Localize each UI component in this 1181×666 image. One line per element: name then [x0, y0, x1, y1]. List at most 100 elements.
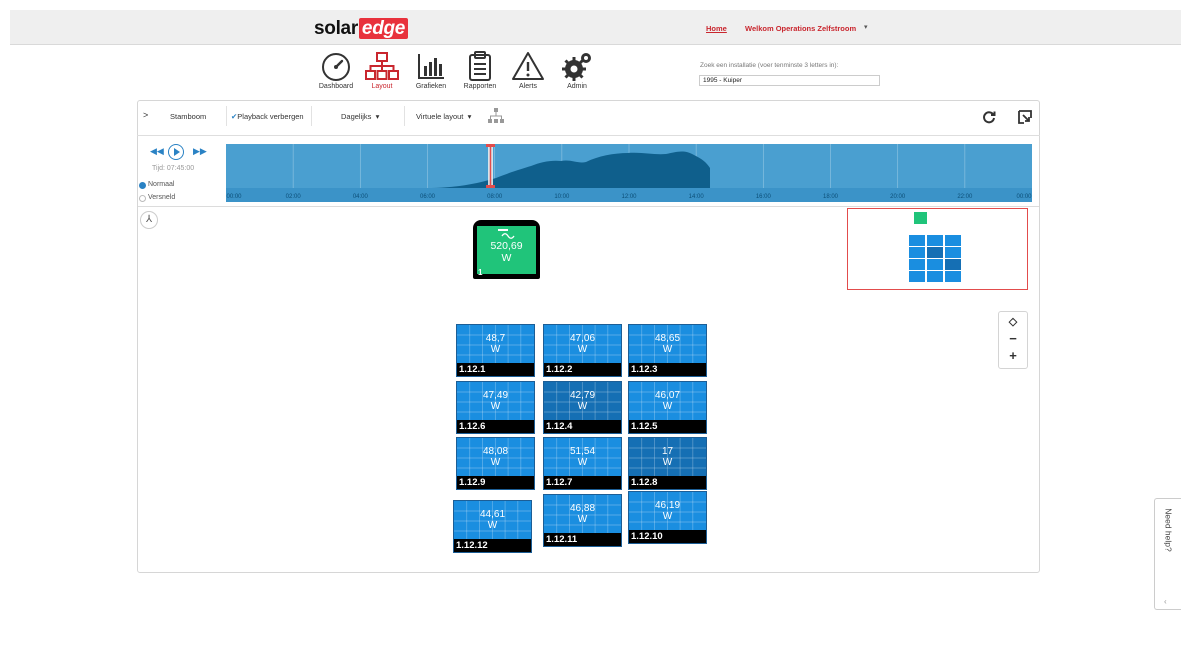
center-icon[interactable]: ◇ — [999, 315, 1027, 328]
timeline-hour-label: 00:00 — [1016, 194, 1032, 200]
play-button[interactable] — [168, 144, 184, 160]
nav-admin[interactable]: Admin — [552, 50, 602, 96]
stamboom-button[interactable]: Stamboom — [170, 112, 206, 121]
module-power: 48,08 W — [457, 446, 534, 468]
timeline-hour-label: 20:00 — [890, 194, 906, 200]
timeline-hour-label: 12:00 — [621, 194, 637, 200]
solar-module[interactable]: 48,65 W 1.12.3 — [628, 324, 707, 377]
solar-module[interactable]: 46,88 W 1.12.11 — [543, 494, 622, 547]
module-id: 1.12.10 — [629, 530, 706, 543]
refresh-icon[interactable] — [982, 110, 996, 124]
period-dropdown[interactable]: Dagelijks ▾ — [341, 112, 379, 121]
expand-icon[interactable] — [1018, 110, 1032, 124]
chevron-down-icon[interactable]: ▾ — [864, 23, 868, 31]
module-id: 1.12.4 — [544, 420, 621, 433]
minimap-module — [909, 235, 925, 246]
warning-icon — [512, 52, 544, 80]
module-power-unit: W — [490, 457, 501, 468]
solar-module[interactable]: 17 W 1.12.8 — [628, 437, 707, 490]
gears-icon — [562, 53, 591, 81]
solar-module[interactable]: 46,07 W 1.12.5 — [628, 381, 707, 434]
minimap-module — [945, 247, 961, 258]
module-power-unit: W — [662, 457, 673, 468]
chevron-left-icon[interactable]: ‹ — [1164, 597, 1167, 606]
need-help-label: Need help? — [1163, 508, 1174, 552]
sitemap-icon — [365, 52, 399, 80]
solar-module[interactable]: 47,06 W 1.12.2 — [543, 324, 622, 377]
user-menu[interactable]: Welkom Operations Zelfstroom — [745, 24, 856, 33]
timeline-hour-label: 00:00 — [226, 194, 242, 200]
nav-label: Grafieken — [415, 83, 447, 90]
inverter-power-value: 520,69 — [490, 240, 523, 252]
module-id: 1.12.9 — [457, 476, 534, 489]
module-id: 1.12.5 — [629, 420, 706, 433]
minimap-module — [927, 247, 943, 258]
minimap-module — [927, 235, 943, 246]
module-id: 1.12.8 — [629, 476, 706, 489]
solar-module[interactable]: 44,61 W 1.12.12 — [453, 500, 532, 553]
module-power-unit: W — [662, 511, 673, 522]
module-id: 1.12.12 — [454, 539, 531, 552]
solar-module[interactable]: 42,79 W 1.12.4 — [543, 381, 622, 434]
zoom-in-button[interactable]: + — [999, 348, 1027, 363]
solaredge-logo[interactable]: solar edge — [314, 18, 409, 40]
nav-rapporten[interactable]: Rapporten — [455, 50, 505, 96]
installation-search-input[interactable] — [699, 75, 880, 86]
home-link[interactable]: Home — [706, 24, 727, 33]
nav-dashboard[interactable]: Dashboard — [311, 50, 361, 96]
module-power-unit: W — [577, 344, 588, 355]
playback-timeline[interactable]: 00:00 02:00 04:00 06:00 08:00 10:00 12:00 14:00… — [226, 144, 1032, 202]
module-power: 42,79 W — [544, 390, 621, 412]
module-power-unit: W — [490, 344, 501, 355]
timeline-hour-label: 08:00 — [487, 194, 503, 200]
layout-dropdown[interactable]: Virtuele layout ▾ — [416, 112, 471, 121]
playback-toggle[interactable]: ✔Playback verbergen — [231, 112, 304, 121]
nav-label: Layout — [371, 83, 393, 90]
module-power-unit: W — [577, 514, 588, 525]
radio-label: Normaal — [148, 181, 175, 188]
module-power-value: 44,61 — [479, 509, 506, 520]
minimap-inverter — [914, 212, 927, 224]
minimap-module — [909, 259, 925, 270]
solar-module[interactable]: 48,08 W 1.12.9 — [456, 437, 535, 490]
module-power-value: 46,07 — [654, 390, 681, 401]
minimap-module — [945, 271, 961, 282]
module-power-value: 46,88 — [569, 503, 596, 514]
minimap[interactable] — [847, 208, 1028, 290]
module-power: 46,07 W — [629, 390, 706, 412]
gauge-icon — [322, 53, 350, 81]
module-power-value: 46,19 — [654, 500, 681, 511]
solar-module[interactable]: 46,19 W 1.12.10 — [628, 491, 707, 544]
rewind-button[interactable]: ◀◀ — [150, 146, 164, 157]
timeline-hour-label: 14:00 — [689, 194, 705, 200]
nav-grafieken[interactable]: Grafieken — [406, 50, 456, 96]
timeline-hour-label: 06:00 — [420, 194, 436, 200]
nav-layout[interactable]: Layout — [357, 50, 407, 96]
solar-module[interactable]: 51,54 W 1.12.7 — [543, 437, 622, 490]
playback-label: Playback verbergen — [237, 112, 304, 121]
zoom-out-button[interactable]: − — [999, 331, 1027, 346]
solar-module[interactable]: 47,49 W 1.12.6 — [456, 381, 535, 434]
expand-chevron-icon[interactable]: > — [143, 110, 148, 120]
compass-icon[interactable]: ⅄ — [140, 211, 158, 229]
sine-wave-icon — [498, 229, 515, 239]
inverter-id: 1 — [478, 268, 483, 277]
radio-versneld[interactable] — [139, 195, 146, 202]
solar-module[interactable]: 48,7 W 1.12.1 — [456, 324, 535, 377]
timeline-hour-label: 22:00 — [957, 194, 973, 200]
module-power-value: 48,08 — [482, 446, 509, 457]
fast-forward-button[interactable]: ▶▶ — [193, 146, 207, 157]
chevron-down-icon: ▾ — [375, 112, 380, 121]
module-power: 48,65 W — [629, 333, 706, 355]
module-id: 1.12.1 — [457, 363, 534, 376]
module-id: 1.12.3 — [629, 363, 706, 376]
minimap-module — [909, 247, 925, 258]
layout-label: Virtuele layout — [416, 112, 464, 121]
divider — [404, 106, 405, 126]
minimap-module — [945, 235, 961, 246]
radio-normaal[interactable] — [139, 182, 146, 189]
nav-alerts[interactable]: Alerts — [503, 50, 553, 96]
tree-icon[interactable] — [487, 108, 505, 124]
search-label: Zoek een installatie (voer tenminste 3 l… — [700, 62, 839, 69]
inverter-power-unit: W — [501, 252, 512, 264]
